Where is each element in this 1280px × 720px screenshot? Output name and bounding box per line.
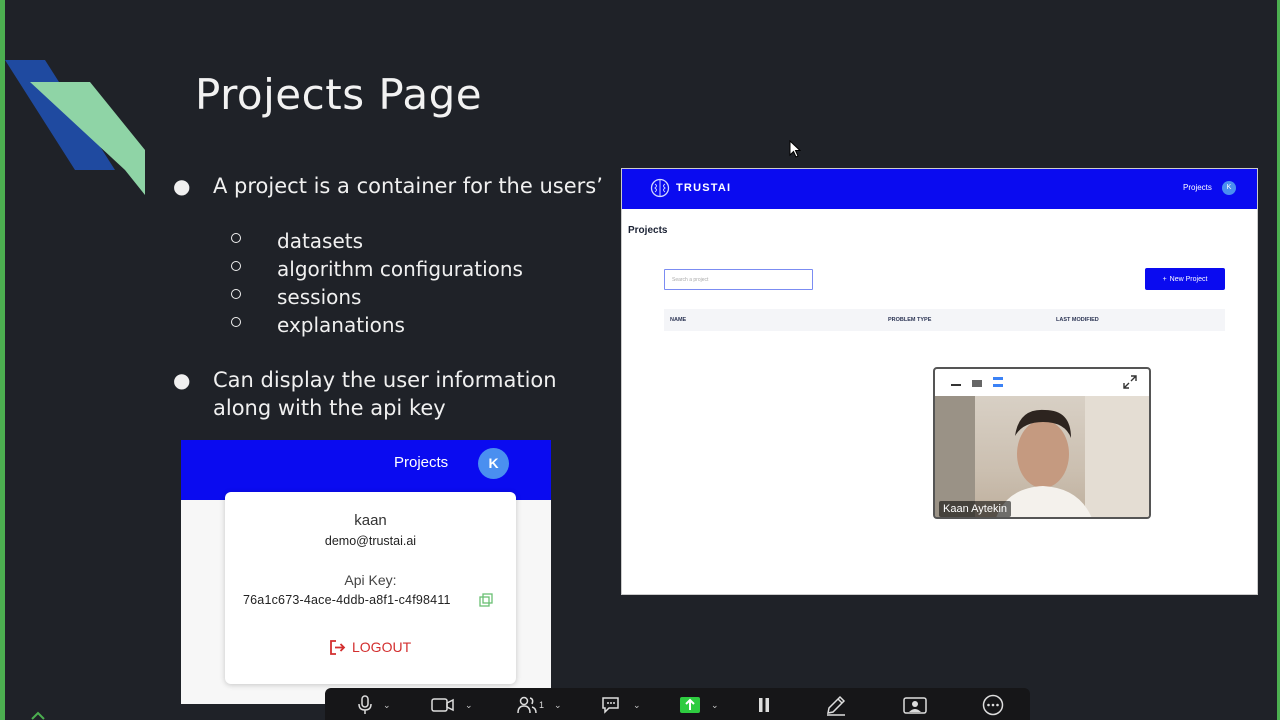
more-button[interactable] — [982, 694, 1004, 716]
nav-projects-link: Projects — [394, 454, 449, 471]
avatar: K — [478, 448, 509, 479]
sub-bullet-text: sessions — [277, 285, 362, 309]
mouse-cursor-icon — [789, 140, 801, 158]
camera-button[interactable]: ⌄ — [431, 694, 473, 716]
more-icon — [982, 694, 1004, 716]
bullet-1: ● A project is a container for the users… — [173, 172, 613, 200]
page-title: Projects — [628, 225, 668, 236]
api-key-label: Api Key: — [344, 572, 397, 588]
user-info-screenshot: Projects K kaan demo@trustai.ai Api Key:… — [181, 440, 551, 704]
sub-bullet-explanations: explanations — [231, 313, 405, 337]
api-key-value: 76a1c673-4ace-4ddb-a8f1-c4f98411 — [243, 593, 451, 607]
chevron-up-icon — [31, 711, 45, 720]
share-screen-button[interactable]: ⌄ — [679, 694, 719, 716]
search-input: Search a project — [664, 269, 813, 290]
minimize-icon[interactable] — [951, 384, 961, 386]
mic-icon — [358, 695, 372, 714]
chevron-down-icon[interactable]: ⌄ — [383, 700, 391, 711]
user-card-navbar: Projects K — [181, 440, 551, 500]
user-dropdown-card: kaan demo@trustai.ai Api Key: 76a1c673-4… — [225, 492, 516, 684]
column-name: NAME — [670, 317, 687, 323]
chevron-down-icon[interactable]: ⌄ — [633, 700, 641, 711]
sub-bullet-datasets: datasets — [231, 229, 364, 253]
chevron-down-icon[interactable]: ⌄ — [465, 700, 473, 711]
app-logo: TRUSTAI — [650, 178, 731, 198]
mic-button[interactable]: ⌄ — [357, 694, 391, 716]
logout-button: LOGOUT — [329, 637, 411, 657]
whiteboard-button[interactable] — [903, 694, 927, 716]
user-name: kaan — [354, 512, 387, 529]
pause-share-button[interactable] — [757, 694, 771, 716]
table-header: NAME PROBLEM TYPE LAST MODIFIED — [664, 309, 1225, 331]
slide-decoration — [5, 60, 145, 195]
chat-button[interactable]: ⌄ — [601, 694, 641, 716]
nav-projects-link: Projects — [1183, 183, 1212, 192]
gallery-view-icon[interactable] — [972, 380, 982, 387]
chevron-down-icon[interactable]: ⌄ — [554, 700, 562, 711]
video-toolbar — [935, 369, 1149, 396]
bullet-dot: ● — [173, 368, 191, 392]
participants-button[interactable]: 1 ⌄ — [517, 694, 562, 716]
app-brand: TRUSTAI — [676, 182, 732, 194]
sub-bullet-sessions: sessions — [231, 285, 362, 309]
slide-title: Projects Page — [195, 70, 483, 119]
new-project-label: New Project — [1169, 275, 1208, 283]
expand-icon[interactable] — [1123, 375, 1137, 389]
chat-icon — [602, 697, 619, 714]
bullet-2: ● Can display the user information along… — [173, 366, 613, 422]
sub-bullet-text: explanations — [277, 313, 405, 337]
participant-name: Kaan Aytekin — [939, 501, 1012, 517]
annotate-icon — [827, 695, 846, 716]
whiteboard-icon — [903, 697, 927, 714]
pause-icon — [759, 698, 769, 712]
logout-label: LOGOUT — [352, 639, 412, 655]
participants-icon — [517, 696, 537, 714]
bullet-2-text: Can display the user information along w… — [213, 368, 557, 420]
search-placeholder: Search a project — [672, 277, 709, 283]
sub-bullet-text: algorithm configurations — [277, 257, 523, 281]
plus-icon: + — [1162, 275, 1167, 283]
video-feed: Kaan Aytekin — [935, 396, 1149, 517]
video-tile[interactable]: Kaan Aytekin — [933, 367, 1151, 519]
logout-icon — [330, 639, 346, 655]
presentation-slide: Projects Page ● A project is a container… — [5, 0, 1277, 720]
bullet-dot: ● — [173, 174, 191, 198]
brain-logo-icon — [650, 178, 670, 198]
new-project-button: + New Project — [1145, 268, 1225, 290]
copy-icon — [479, 593, 493, 607]
participants-count: 1 — [539, 700, 545, 710]
sub-bullet-text: datasets — [277, 229, 364, 253]
chevron-down-icon[interactable]: ⌄ — [711, 700, 719, 711]
camera-icon — [431, 698, 454, 712]
bullet-1-text: A project is a container for the users’ — [213, 174, 603, 198]
sub-bullet-algorithm-configurations: algorithm configurations — [231, 257, 523, 281]
column-last-modified: LAST MODIFIED — [1056, 317, 1099, 323]
avatar: K — [1222, 181, 1236, 195]
speaker-view-icon[interactable] — [993, 377, 1003, 387]
user-email: demo@trustai.ai — [324, 534, 417, 548]
annotate-button[interactable] — [825, 694, 847, 716]
share-screen-icon — [680, 697, 700, 713]
column-problem-type: PROBLEM TYPE — [888, 317, 932, 323]
app-navbar: TRUSTAI Projects K — [622, 169, 1257, 209]
meeting-toolbar: ⌄ ⌄ 1 ⌄ ⌄ ⌄ — [325, 688, 1030, 720]
